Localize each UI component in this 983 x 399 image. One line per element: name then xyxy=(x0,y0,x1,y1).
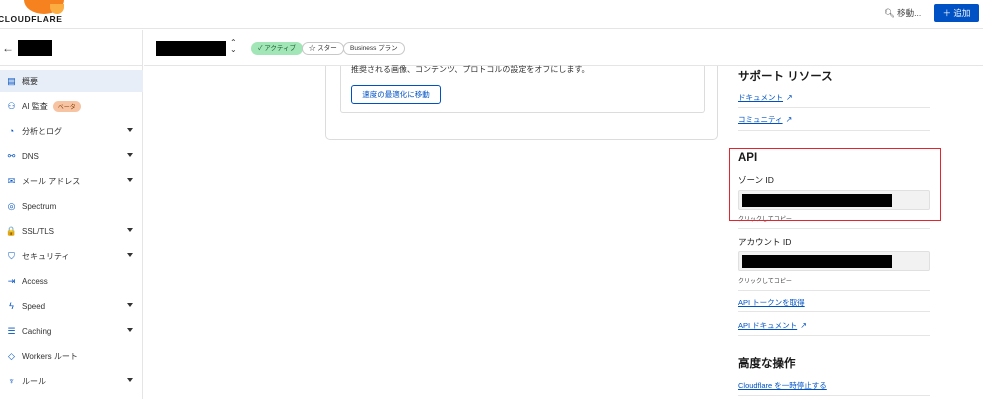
star-button[interactable]: ☆ スター xyxy=(302,42,344,55)
status-badge: ✓ アクティブ xyxy=(251,42,304,55)
search-button[interactable]: 🔍︎ 移動... xyxy=(884,7,921,19)
sidebar-item-icon: ▤ xyxy=(7,75,16,86)
sidebar-item-label: DNS xyxy=(22,151,39,161)
sidebar-item-label: 分析とログ xyxy=(22,126,62,136)
beta-badge: ベータ xyxy=(52,100,81,112)
sidebar-item[interactable]: ⚯ DNS xyxy=(0,145,143,167)
add-button[interactable]: ＋ 追加 xyxy=(934,4,979,22)
sidebar-item-label: Access xyxy=(22,276,48,286)
api-docs-link-label: API ドキュメント xyxy=(738,321,798,330)
back-arrow-icon[interactable]: ← xyxy=(2,41,14,55)
logo-cloud-accent-icon xyxy=(50,4,64,14)
sidebar-item-label: Workers ルート xyxy=(22,351,78,361)
sidebar-item[interactable]: 🔒 SSL/TLS xyxy=(0,220,143,242)
divider xyxy=(738,107,930,108)
sidebar-item[interactable]: ⛉ セキュリティ xyxy=(0,245,143,267)
sidebar-item[interactable]: ▤ 概要 xyxy=(0,70,143,92)
chevron-down-icon xyxy=(127,253,133,257)
sidebar-item-label: ルール xyxy=(22,376,46,386)
optimize-speed-button[interactable]: 速度の最適化に移動 xyxy=(351,85,441,104)
sidebar-item[interactable]: ◎ Spectrum xyxy=(0,195,143,217)
divider xyxy=(738,311,930,312)
docs-link[interactable]: ドキュメント ↗ xyxy=(738,92,793,103)
sidebar-item[interactable]: ☰ Caching xyxy=(0,320,143,342)
cloudflare-logo[interactable]: CLOUDFLARE xyxy=(0,0,70,29)
community-link[interactable]: コミュニティ ↗ xyxy=(738,114,792,125)
chevron-down-icon xyxy=(127,128,133,132)
divider xyxy=(738,395,930,396)
sidebar-item-icon: ◇ xyxy=(8,350,15,361)
sidebar-item-icon: ♆ xyxy=(8,376,15,386)
redacted-account-name xyxy=(18,40,52,56)
sidebar-item-icon: 🔒 xyxy=(5,225,18,236)
sidebar-item-icon: ⛉ xyxy=(8,250,15,261)
zone-bar: ⌃ ⌄ ✓ アクティブ ☆ スター Business プラン xyxy=(144,30,983,66)
sidebar-item-label: Speed xyxy=(22,301,46,311)
sidebar: ← ▤ 概要 ⚇ AI 監査 ベータ ◔ 分析とログ ⚯ DNS ✉ メール アドレス ◎ Spectr… xyxy=(0,30,143,399)
account-id-label: アカウント ID xyxy=(738,237,792,247)
sidebar-item-label: セキュリティ xyxy=(22,251,70,261)
sidebar-item-icon: ☰ xyxy=(7,325,16,336)
api-token-link[interactable]: API トークンを取得 xyxy=(738,297,805,308)
sidebar-item-icon: ⚇ xyxy=(7,100,16,111)
sidebar-item-icon: ⇥ xyxy=(7,275,16,286)
speed-card: 推奨される画像、コンテンツ、プロトコルの設定をオフにします。 速度の最適化に移動 xyxy=(325,65,718,140)
external-link-icon: ↗ xyxy=(800,321,807,330)
external-link-icon: ↗ xyxy=(785,115,793,124)
sidebar-item-icon: ⚯ xyxy=(7,150,16,161)
sidebar-item-label: Spectrum xyxy=(22,201,57,211)
sidebar-item-label: 概要 xyxy=(22,76,38,86)
sidebar-item[interactable]: ♆ ルール xyxy=(0,370,143,392)
speed-card-text: 推奨される画像、コンテンツ、プロトコルの設定をオフにします。 xyxy=(351,65,590,74)
sidebar-item[interactable]: ϟ Speed xyxy=(0,295,143,317)
external-link-icon: ↗ xyxy=(786,93,793,102)
sidebar-divider xyxy=(0,65,143,66)
logo-text: CLOUDFLARE xyxy=(0,14,63,24)
account-id-field[interactable] xyxy=(738,251,930,271)
docs-link-label: ドキュメント xyxy=(738,93,783,102)
pause-cloudflare-link[interactable]: Cloudflare を一時停止する xyxy=(738,380,827,391)
chevron-down-icon xyxy=(127,378,133,382)
api-docs-link[interactable]: API ドキュメント ↗ xyxy=(738,320,807,331)
search-label: 移動... xyxy=(897,8,922,18)
support-heading: サポート リソース xyxy=(738,71,833,83)
divider xyxy=(738,290,930,291)
speed-inner-card: 推奨される画像、コンテンツ、プロトコルの設定をオフにします。 速度の最適化に移動 xyxy=(340,65,705,113)
chevron-down-icon xyxy=(127,228,133,232)
advanced-heading: 高度な操作 xyxy=(738,358,796,370)
redacted-account-id xyxy=(742,255,892,268)
divider xyxy=(738,228,930,229)
sidebar-item-icon: ϟ xyxy=(9,301,14,311)
account-id-copy-hint: クリックしてコピー xyxy=(738,279,792,285)
sidebar-item-icon: ✉ xyxy=(7,175,16,186)
chevron-down-icon xyxy=(127,178,133,182)
sidebar-item[interactable]: ◇ Workers ルート xyxy=(0,345,143,367)
chevron-down-icon xyxy=(127,153,133,157)
sidebar-item[interactable]: ⚇ AI 監査 ベータ xyxy=(0,95,143,117)
divider xyxy=(738,130,930,131)
sidebar-item-icon: ◎ xyxy=(7,200,16,211)
sidebar-item[interactable]: ✉ メール アドレス xyxy=(0,170,143,192)
sidebar-item-icon: ◔ xyxy=(8,126,15,136)
chevron-down-icon xyxy=(127,303,133,307)
sidebar-item[interactable]: ◔ 分析とログ xyxy=(0,120,143,142)
redacted-zone-name xyxy=(156,41,226,56)
api-highlight-box xyxy=(729,148,941,221)
sidebar-item-label: SSL/TLS xyxy=(22,226,55,236)
sidebar-item-label: Caching xyxy=(22,326,52,336)
plan-badge: Business プラン xyxy=(343,42,405,55)
sidebar-item-label: メール アドレス xyxy=(22,176,81,186)
search-icon: 🔍︎ xyxy=(884,8,895,18)
divider xyxy=(738,335,930,336)
sidebar-item[interactable]: ⇥ Access xyxy=(0,270,143,292)
sidebar-item-label: AI 監査 xyxy=(22,101,48,111)
community-link-label: コミュニティ xyxy=(738,115,783,124)
zone-switcher-icon[interactable]: ⌃ ⌄ xyxy=(230,39,237,54)
top-bar: CLOUDFLARE 🔍︎ 移動... ＋ 追加 xyxy=(0,0,983,29)
chevron-down-icon xyxy=(127,328,133,332)
